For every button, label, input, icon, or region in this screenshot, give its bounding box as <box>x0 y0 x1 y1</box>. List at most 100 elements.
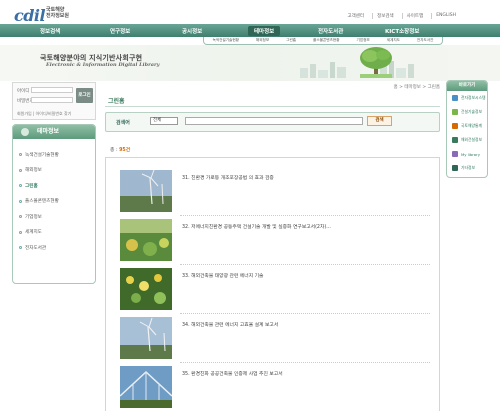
top-link[interactable]: 정보검색 <box>372 13 394 19</box>
result-number: 35. <box>182 372 190 377</box>
stats-icon <box>452 123 458 129</box>
left-nav-item[interactable]: 세계지도 <box>19 225 93 241</box>
quick-link[interactable]: 기타정보 <box>447 161 487 175</box>
glass-roof-thumbnail <box>120 366 172 408</box>
wind-turbine-thumbnail <box>120 170 172 212</box>
green-roof-thumbnail <box>120 219 172 261</box>
etc-icon <box>452 165 458 171</box>
list-item[interactable]: 34. 해외건축물 관련 에너지 고효율 설계 보고서 <box>120 317 430 359</box>
left-nav-item[interactable]: 녹색건설기술현황 <box>19 147 93 163</box>
quick-link[interactable]: 전자정보시스템 <box>447 91 487 105</box>
subnav-item[interactable]: 그린홈 <box>286 38 296 43</box>
left-nav-item-label: 세계지도 <box>25 230 42 236</box>
list-item[interactable]: 33. 해외건축물 태양광 관련 에너지 기술 <box>120 268 430 310</box>
quick-link-label: 건설기술정보 <box>461 109 482 114</box>
left-nav-title-text: 테마정보 <box>37 128 60 135</box>
subnav-item[interactable]: 세계지도 <box>387 38 400 43</box>
list-item[interactable]: 35. 환경친화 공공건축물 인증제 사업 추진 보고서 <box>120 366 430 408</box>
quick-link-label: 전자정보시스템 <box>461 95 486 100</box>
subnav-item[interactable]: 기업정보 <box>356 38 369 43</box>
result-title[interactable]: 32. 저에너지친환경 공동주택 건설기술 개발 및 실증화 연구보고서(2차)… <box>182 223 331 230</box>
quick-links-title: 바로가기 <box>447 81 487 91</box>
result-title[interactable]: 34. 해외건축물 관련 에너지 고효율 설계 보고서 <box>182 321 278 328</box>
gnb-item[interactable]: 연구정보 <box>110 27 130 35</box>
gnb-item[interactable]: 공시정보 <box>182 27 202 35</box>
id-input[interactable] <box>31 87 73 93</box>
breadcrumb: 홈 > 테마정보 > 그린홈 <box>393 85 440 90</box>
left-nav-item-label: 녹색건설기술현황 <box>25 152 59 158</box>
quick-links-panel: 바로가기 전자정보시스템 건설기술정보 국토해양통계 해외건설정보 My lib… <box>446 80 488 178</box>
result-title[interactable]: 35. 환경친화 공공건축물 인증제 사업 추진 보고서 <box>182 370 283 377</box>
quick-link-label: 국토해양통계 <box>461 123 482 128</box>
system-icon <box>452 95 458 101</box>
result-count: 총 : 95건 <box>110 146 130 153</box>
result-title-text: 해외건축물 관련 에너지 고효율 설계 보고서 <box>191 323 279 328</box>
count-value: 95건 <box>119 148 131 153</box>
search-field-select[interactable]: 전체 <box>150 117 178 125</box>
top-link[interactable]: 고객센터 <box>344 13 365 19</box>
search-button[interactable]: 검색 <box>367 116 392 126</box>
title-divider <box>105 106 440 107</box>
subnav-item[interactable]: 플스몰콘텐츠현황 <box>313 38 339 43</box>
quick-link[interactable]: 국토해양통계 <box>447 119 487 133</box>
gnb-item[interactable]: 전자도서관 <box>318 27 343 35</box>
subnav-item[interactable]: 녹색건설기술현황 <box>212 38 238 43</box>
quick-link[interactable]: 건설기술정보 <box>447 105 487 119</box>
result-number: 31. <box>182 176 190 181</box>
subnav-item[interactable]: 전자도서관 <box>417 38 434 43</box>
left-nav-item-label: 전자도서관 <box>25 245 47 251</box>
quick-link-label: 해외건설정보 <box>461 137 482 142</box>
quick-link[interactable]: My library <box>447 147 487 161</box>
library-icon <box>452 151 458 157</box>
count-label: 총 : <box>110 148 118 153</box>
left-nav-item-label: 그린홈 <box>25 183 38 189</box>
result-number: 34. <box>182 323 190 328</box>
tree-illustration <box>360 47 392 78</box>
top-link[interactable]: ENGLISH <box>431 13 456 19</box>
left-nav-item[interactable]: 플스몰콘텐츠현황 <box>19 194 93 210</box>
left-nav-title: 테마정보 <box>13 125 95 139</box>
left-nav-item[interactable]: 기업정보 <box>19 209 93 225</box>
left-nav-item[interactable]: 해외정보 <box>19 163 93 179</box>
logo-subtitle: 국토해양 전자정보원 <box>46 7 69 19</box>
search-input[interactable] <box>185 117 363 125</box>
item-divider <box>180 313 430 314</box>
logo-sub-line-2: 전자정보원 <box>46 13 70 19</box>
login-button[interactable]: 로그인 <box>76 88 93 103</box>
bullet-icon <box>19 184 22 188</box>
bullet-icon <box>19 230 22 234</box>
page-title: 그린홈 <box>108 98 125 105</box>
item-divider <box>180 264 430 265</box>
result-title[interactable]: 31. 친환경 가로등 개조포장공법 의 효과 검증 <box>182 174 274 181</box>
list-item[interactable]: 31. 친환경 가로등 개조포장공법 의 효과 검증 <box>120 170 430 212</box>
result-number: 33. <box>182 274 190 279</box>
gnb-item[interactable]: KICT소장정보 <box>385 27 419 35</box>
gnb-item-active[interactable]: 테마정보 <box>248 26 281 36</box>
subnav-item[interactable]: 해외정보 <box>256 38 269 43</box>
left-nav-item-label: 기업정보 <box>25 214 42 220</box>
left-nav-list: 녹색건설기술현황 해외정보 그린홈 플스몰콘텐츠현황 기업정보 세계지도 전자도… <box>19 147 93 256</box>
result-title-text: 저에너지친환경 공동주택 건설기술 개발 및 실증화 연구보고서(2차)... <box>191 225 331 230</box>
item-divider <box>180 215 430 216</box>
result-title-text: 환경친화 공공건축물 인증제 사업 추진 보고서 <box>191 372 283 377</box>
theme-icon <box>21 128 29 136</box>
quick-link-label: My library <box>461 151 480 157</box>
top-link[interactable]: 사이트맵 <box>401 13 423 19</box>
utility-links: 고객센터 정보검색 사이트맵 ENGLISH <box>344 13 456 19</box>
list-item[interactable]: 32. 저에너지친환경 공동주택 건설기술 개발 및 실증화 연구보고서(2차)… <box>120 219 430 261</box>
result-title[interactable]: 33. 해외건축물 태양광 관련 에너지 기술 <box>182 272 263 279</box>
password-input[interactable] <box>31 97 73 103</box>
globe-icon <box>452 137 458 143</box>
item-divider <box>180 362 430 363</box>
quick-link[interactable]: 해외건설정보 <box>447 133 487 147</box>
bullet-icon <box>19 246 22 250</box>
left-nav: 테마정보 녹색건설기술현황 해외정보 그린홈 플스몰콘텐츠현황 기업정보 세계지… <box>12 124 96 284</box>
account-links[interactable]: 회원가입 | 아이디/비밀번호 찾기 <box>17 111 71 117</box>
left-nav-item-active[interactable]: 그린홈 <box>19 178 93 194</box>
left-nav-item[interactable]: 전자도서관 <box>19 240 93 256</box>
flowers-thumbnail <box>120 268 172 310</box>
wind-turbine-thumbnail <box>120 317 172 359</box>
site-logo[interactable]: cdil <box>14 6 46 25</box>
gnb-item[interactable]: 정보검색 <box>40 27 60 35</box>
bullet-icon <box>19 215 22 219</box>
